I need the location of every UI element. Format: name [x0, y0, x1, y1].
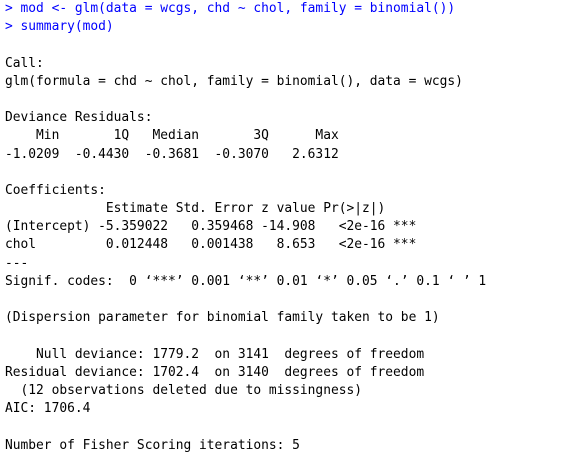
call-header: Call: — [5, 55, 44, 71]
coefficient-row-intercept: (Intercept) -5.359022 0.359468 -14.908 <… — [5, 219, 417, 235]
coefficient-row-chol: chol 0.012448 0.001438 8.653 <2e-16 *** — [5, 237, 417, 253]
command-line-glm: > mod <- glm(data = wcgs, chd ~ chol, fa… — [5, 1, 456, 16]
coefficients-header: Coefficients: — [5, 182, 106, 198]
coefficients-columns: Estimate Std. Error z value Pr(>|z|) — [5, 201, 417, 217]
deviance-residuals-columns: Min 1Q Median 3Q Max — [5, 128, 355, 144]
coefficients-separator: --- — [5, 255, 29, 271]
command-line-summary: > summary(mod) — [5, 19, 114, 35]
missingness-note: (12 observations deleted due to missingn… — [5, 382, 362, 398]
call-formula: glm(formula = chd ~ chol, family = binom… — [5, 73, 463, 89]
null-deviance: Null deviance: 1779.2 on 3141 degrees of… — [5, 346, 425, 362]
signif-codes: Signif. codes: 0 ‘***’ 0.001 ‘**’ 0.01 ‘… — [5, 273, 487, 289]
dispersion-note: (Dispersion parameter for binomial famil… — [5, 310, 440, 326]
deviance-residuals-values: -1.0209 -0.4430 -0.3681 -0.3070 2.6312 — [5, 146, 355, 162]
aic-value: AIC: 1706.4 — [5, 401, 91, 417]
fisher-iterations: Number of Fisher Scoring iterations: 5 — [5, 437, 300, 453]
residual-deviance: Residual deviance: 1702.4 on 3140 degree… — [5, 364, 425, 380]
r-console[interactable]: > mod <- glm(data = wcgs, chd ~ chol, fa… — [5, 0, 580, 455]
deviance-residuals-header: Deviance Residuals: — [5, 110, 153, 126]
